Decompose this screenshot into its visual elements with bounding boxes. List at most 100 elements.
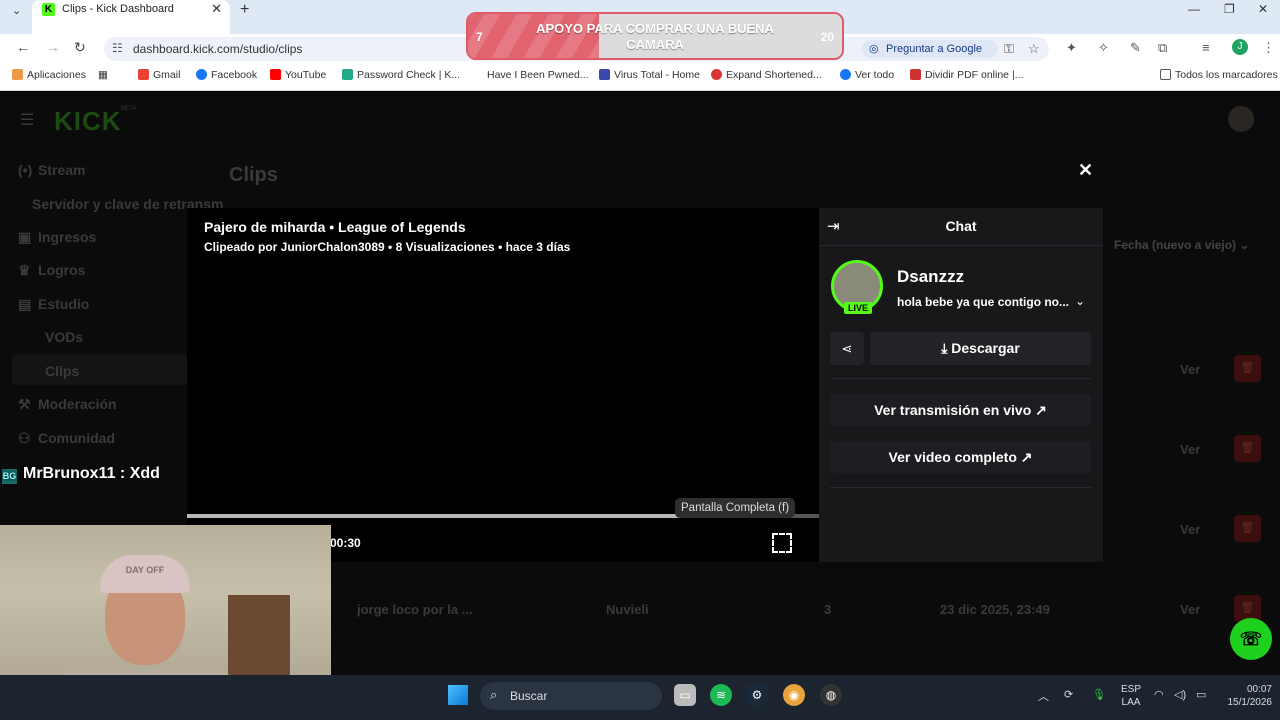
clip-row-author: Nuvieli	[606, 602, 649, 617]
view-clip-button[interactable]: Ver	[1180, 522, 1200, 537]
divider	[830, 487, 1091, 488]
user-avatar[interactable]	[1228, 106, 1254, 132]
bookmark-grid-icon[interactable]: ▦	[98, 69, 108, 81]
chrome-icon[interactable]: ◉	[783, 684, 805, 706]
sidebar-item-estudio[interactable]: ▤ Estudio	[18, 296, 89, 313]
bookmark-hibp[interactable]: Have I Been Pwned...	[487, 69, 589, 81]
people-icon: ⚇	[18, 430, 31, 446]
streamer-name[interactable]: Dsanzzz	[897, 267, 964, 287]
tray-overflow-icon[interactable]: ︿	[1038, 688, 1049, 704]
steam-icon[interactable]: ⚙	[746, 684, 768, 706]
chat-header: ⇥ Chat	[819, 208, 1103, 246]
delete-clip-button[interactable]: 🗑	[1234, 435, 1261, 462]
profile-avatar[interactable]: J	[1232, 39, 1248, 55]
bookmark-apps[interactable]: Aplicaciones	[12, 69, 86, 81]
sidebar-item-vods[interactable]: VODs	[45, 329, 83, 345]
clip-time: 00:30	[330, 536, 361, 550]
view-clip-button[interactable]: Ver	[1180, 362, 1200, 377]
sidebar-item-comunidad[interactable]: ⚇ Comunidad	[18, 430, 115, 447]
bookmark-gmail[interactable]: Gmail	[138, 69, 180, 81]
chat-title: Chat	[945, 218, 977, 234]
bookmark-youtube[interactable]: YouTube	[270, 69, 326, 81]
volume-icon[interactable]: ◁)	[1174, 688, 1186, 701]
taskbar-clock[interactable]: 00:07 15/1/2026	[1224, 683, 1273, 709]
trophy-icon: ♛	[18, 262, 31, 278]
close-window-button[interactable]: ✕	[1258, 2, 1268, 16]
hamburger-menu-icon[interactable]: ☰	[20, 110, 34, 130]
delete-clip-button[interactable]: 🗑	[1234, 515, 1261, 542]
microphone-icon[interactable]: 🎙	[1092, 688, 1106, 701]
bookmark-pdf[interactable]: Dividir PDF online |...	[910, 69, 1023, 81]
sidebar-item-stream[interactable]: (•) Stream	[18, 162, 85, 178]
kick-logo[interactable]: KICK	[54, 106, 122, 137]
chevron-down-icon[interactable]: ⌄	[1075, 294, 1085, 308]
back-button[interactable]: ←	[16, 39, 30, 55]
menu-icon[interactable]: ⋮	[1262, 40, 1275, 56]
file-explorer-icon[interactable]: ▭	[674, 684, 696, 706]
extension-icon[interactable]: ✦	[1066, 40, 1077, 56]
media-control-icon[interactable]: ≡	[1202, 40, 1210, 55]
windows-start-icon[interactable]	[448, 685, 468, 705]
battery-icon[interactable]: ▭	[1196, 688, 1206, 701]
kick-favicon-icon: K	[42, 3, 55, 16]
url-text[interactable]: dashboard.kick.com/studio/clips	[133, 42, 302, 56]
bookmark-password-check[interactable]: Password Check | K...	[342, 69, 460, 81]
reload-button[interactable]: ↻	[74, 39, 86, 56]
extension-icon[interactable]: ✎	[1130, 40, 1141, 56]
language-indicator[interactable]: ESP LAA	[1121, 683, 1141, 709]
sidebar-item-clips[interactable]: Clips	[45, 363, 79, 379]
close-tab-icon[interactable]: ✕	[211, 1, 222, 17]
fullscreen-icon[interactable]	[772, 533, 792, 553]
sidebar-item-logros[interactable]: ♛ Logros	[18, 262, 85, 279]
taskbar-search[interactable]: ⌕ Buscar	[480, 682, 662, 710]
download-button[interactable]: ⤓ Descargar	[870, 332, 1091, 365]
view-clip-button[interactable]: Ver	[1180, 602, 1200, 617]
all-bookmarks-folder[interactable]: Todos los marcadores	[1160, 69, 1278, 81]
sidebar-active-highlight	[12, 355, 188, 385]
site-info-icon[interactable]: ☷	[112, 41, 123, 55]
sync-icon[interactable]: ⟳	[1064, 688, 1073, 701]
clip-progress-fill	[187, 514, 680, 518]
chat-message: MrBrunox11 : Xdd	[23, 465, 160, 482]
close-modal-icon[interactable]: ✕	[1078, 160, 1093, 181]
stream-title: hola bebe ya que contigo no...	[897, 295, 1070, 309]
sort-dropdown[interactable]: Fecha (nuevo a viejo) ⌄	[1114, 238, 1249, 252]
bookmark-star-icon[interactable]: ☆	[1028, 41, 1040, 57]
wifi-icon[interactable]: ◠	[1154, 688, 1164, 701]
spotify-icon[interactable]: ≋	[710, 684, 732, 706]
bookmark-facebook[interactable]: Facebook	[196, 69, 257, 81]
sidebar-item-moderacion[interactable]: ⚒ Moderación	[18, 396, 117, 413]
ask-google-button[interactable]: Preguntar a Google	[862, 40, 998, 58]
share-button[interactable]: ⋖	[830, 332, 864, 365]
watch-full-video-button[interactable]: Ver video completo ↗	[830, 441, 1091, 473]
clip-row-title[interactable]: jorge loco por la ...	[357, 602, 473, 617]
extensions-puzzle-icon[interactable]: ⧉	[1158, 40, 1167, 56]
webcam-person-cap: DAY OFF	[100, 555, 190, 593]
extension-icon[interactable]: ✧	[1098, 40, 1109, 56]
minimize-button[interactable]: —	[1188, 2, 1200, 16]
password-key-icon[interactable]: ⚿	[1004, 41, 1014, 57]
watch-live-button[interactable]: Ver transmisión en vivo ↗	[830, 394, 1091, 426]
delete-clip-button[interactable]: 🗑	[1234, 355, 1261, 382]
bookmark-expand[interactable]: Expand Shortened...	[711, 69, 822, 81]
bookmark-virustotal[interactable]: Virus Total - Home	[599, 69, 700, 81]
share-icon: ⋖	[841, 341, 853, 356]
donation-goal-banner: 7 APOYO PARA COMPRAR UNA BUENA CAMARA 20	[466, 12, 844, 60]
support-chat-button[interactable]: ☏	[1230, 618, 1272, 660]
external-link-icon: ↗	[1035, 402, 1047, 418]
obs-icon[interactable]: ◍	[820, 684, 842, 706]
sidebar-item-ingresos[interactable]: ▣ Ingresos	[18, 229, 96, 246]
clip-meta: Clipeado por JuniorChalon3089 • 8 Visual…	[204, 240, 571, 254]
live-badge: LIVE	[844, 302, 873, 314]
maximize-button[interactable]: ❐	[1224, 2, 1235, 16]
wrench-icon: ⚒	[18, 396, 31, 412]
donation-goal: 20	[820, 30, 834, 44]
forward-button[interactable]: →	[46, 39, 60, 55]
bookmark-ver-todo[interactable]: Ver todo	[840, 69, 894, 81]
tab-search-icon[interactable]: ⌄	[12, 4, 21, 17]
new-tab-button[interactable]: +	[240, 1, 249, 19]
view-clip-button[interactable]: Ver	[1180, 442, 1200, 457]
page-title: Clips	[229, 164, 278, 186]
tab-kick-dashboard[interactable]: K Clips - Kick Dashboard ✕	[32, 0, 230, 34]
windows-taskbar: ⌕ Buscar ▭ ≋ ⚙ ◉ ◍ ︿ ⟳ 🎙 ESP LAA ◠ ◁) ▭ 0…	[0, 675, 1280, 720]
